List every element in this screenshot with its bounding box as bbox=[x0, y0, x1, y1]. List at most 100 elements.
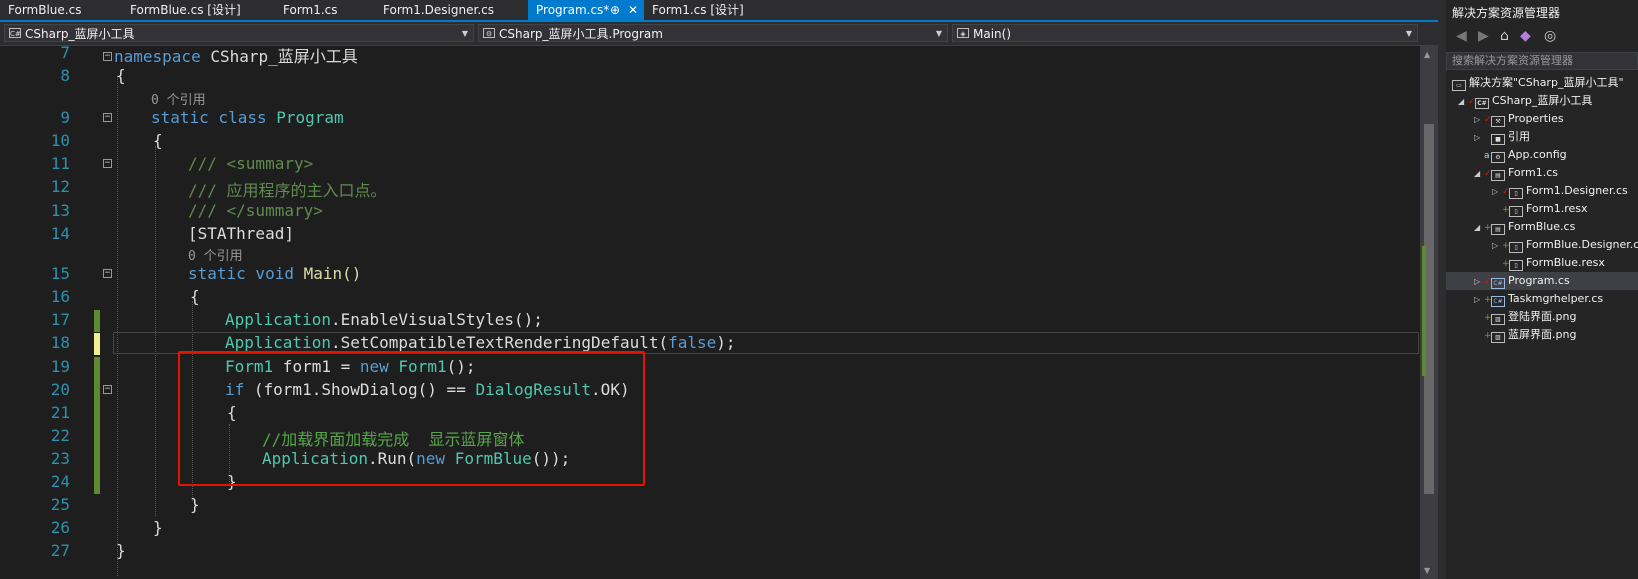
file-icon: ▯ bbox=[1509, 206, 1523, 217]
csharp-file-icon: C# bbox=[1491, 278, 1505, 289]
added-icon: + bbox=[1502, 259, 1510, 269]
method-icon: ◈ bbox=[957, 28, 969, 38]
tab-formblue-cs[interactable]: FormBlue.cs bbox=[0, 0, 122, 20]
collapse-tree-icon[interactable]: ▷ bbox=[1474, 291, 1484, 309]
code-line-25: } bbox=[190, 495, 200, 514]
image-icon: ▨ bbox=[1491, 332, 1505, 343]
tree-node-program[interactable]: ▷ ✓ C# Program.cs bbox=[1446, 272, 1638, 290]
added-icon: + bbox=[1502, 205, 1510, 215]
tab-form1-designer[interactable]: Form1.Designer.cs bbox=[375, 0, 528, 20]
tab-label: FormBlue.cs bbox=[8, 3, 82, 17]
line-number: 11 bbox=[50, 154, 70, 173]
close-icon[interactable]: ✕ bbox=[628, 0, 638, 20]
unsaved-change-marker bbox=[94, 333, 100, 355]
tree-node-formblue[interactable]: ◢ + ▤ FormBlue.cs bbox=[1474, 218, 1575, 236]
collapse-icon[interactable]: − bbox=[103, 113, 112, 122]
chevron-down-icon: ▼ bbox=[461, 29, 468, 38]
tree-node-taskmgrhelper[interactable]: ▷ + C# Taskmgrhelper.cs bbox=[1474, 290, 1603, 308]
code-line-10: { bbox=[153, 131, 163, 150]
collapse-tree-icon[interactable]: ▷ bbox=[1492, 183, 1502, 201]
line-number: 26 bbox=[50, 518, 70, 537]
tree-node-properties[interactable]: ▷ ✓ ⚒ Properties bbox=[1474, 110, 1564, 128]
tab-form1-design[interactable]: Form1.cs [设计] bbox=[644, 0, 794, 20]
solution-search-input[interactable]: 搜索解决方案资源管理器 bbox=[1446, 52, 1638, 70]
tree-node-formblue-resx[interactable]: + ▯ FormBlue.resx bbox=[1502, 254, 1605, 272]
image-icon: ▨ bbox=[1491, 314, 1505, 325]
chevron-down-icon: ▼ bbox=[935, 29, 942, 38]
class-dropdown[interactable]: ⚙ CSharp_蓝屏小工具.Program ▼ bbox=[478, 24, 948, 42]
file-icon: ▯ bbox=[1509, 188, 1523, 199]
code-line-11: /// <summary> bbox=[188, 154, 314, 173]
added-icon: + bbox=[1484, 223, 1492, 233]
code-line-17: Application.EnableVisualStyles(); bbox=[225, 310, 543, 329]
highlight-annotation-box bbox=[178, 351, 645, 486]
tree-node-form1-designer[interactable]: ▷ ✓ ▯ Form1.Designer.cs bbox=[1492, 182, 1628, 200]
tree-node-form1-resx[interactable]: + ▯ Form1.resx bbox=[1502, 200, 1588, 218]
added-icon: + bbox=[1502, 241, 1510, 251]
vertical-scrollbar[interactable]: ▲ ▼ bbox=[1420, 46, 1438, 579]
references-icon: ■ bbox=[1491, 134, 1505, 145]
tab-form1-cs[interactable]: Form1.cs bbox=[275, 0, 375, 20]
scroll-up-icon[interactable]: ▲ bbox=[1424, 50, 1430, 59]
config-icon: ⚙ bbox=[1491, 152, 1505, 163]
class-icon: ⚙ bbox=[483, 28, 495, 38]
code-line-12: /// 应用程序的主入口点。 bbox=[188, 181, 387, 200]
tree-node-formblue-designer[interactable]: ▷ + ▯ FormBlue.Designer.cs bbox=[1492, 236, 1638, 254]
project-dropdown[interactable]: C# CSharp_蓝屏小工具 ▼ bbox=[4, 24, 474, 42]
collapse-tree-icon[interactable]: ▷ bbox=[1474, 129, 1484, 147]
code-line-26: } bbox=[153, 518, 163, 537]
tree-node-project[interactable]: ◢ ✓ C# CSharp_蓝屏小工具 bbox=[1458, 92, 1592, 110]
collapse-icon[interactable]: − bbox=[103, 159, 112, 168]
change-overview-marker bbox=[1422, 246, 1426, 376]
tab-label: Program.cs* bbox=[536, 3, 610, 17]
tree-node-solution[interactable]: ▭ 解决方案"CSharp_蓝屏小工具" bbox=[1452, 74, 1624, 92]
collapse-tree-icon[interactable]: ▷ bbox=[1474, 273, 1484, 291]
code-area[interactable]: 7 8 9 10 11 12 13 14 15 16 17 18 19 20 2… bbox=[0, 46, 1490, 579]
tab-program-cs[interactable]: Program.cs* ⊕ ✕ bbox=[528, 0, 644, 20]
line-number: 18 bbox=[50, 333, 70, 352]
home-icon[interactable]: ⌂ bbox=[1500, 28, 1509, 44]
checked-out-icon: ✓ bbox=[1468, 97, 1476, 107]
tree-node-app-config[interactable]: a ⚙ App.config bbox=[1484, 146, 1567, 164]
scroll-down-icon[interactable]: ▼ bbox=[1424, 566, 1430, 575]
codelens-references[interactable]: 0 个引用 bbox=[188, 245, 243, 264]
member-dropdown[interactable]: ◈ Main() ▼ bbox=[952, 24, 1418, 42]
back-icon[interactable]: ◀ bbox=[1456, 28, 1467, 44]
codelens-references[interactable]: 0 个引用 bbox=[151, 89, 206, 108]
file-icon: ▯ bbox=[1509, 242, 1523, 253]
indent-guide bbox=[155, 146, 156, 516]
collapse-icon[interactable]: − bbox=[103, 269, 112, 278]
tree-node-references[interactable]: ▷ ■ 引用 bbox=[1474, 128, 1530, 146]
code-line-13: /// </summary> bbox=[188, 201, 323, 220]
collapse-tree-icon[interactable]: ▷ bbox=[1474, 111, 1484, 129]
added-icon: + bbox=[1484, 295, 1492, 305]
vs-icon[interactable]: ◆ bbox=[1520, 28, 1531, 44]
settings-icon[interactable]: ◎ bbox=[1544, 28, 1556, 44]
collapse-icon[interactable]: − bbox=[103, 385, 112, 394]
panel-splitter[interactable] bbox=[1438, 0, 1446, 579]
expand-icon[interactable]: ◢ bbox=[1458, 93, 1468, 111]
forward-icon[interactable]: ▶ bbox=[1478, 28, 1489, 44]
tree-node-bluescreen-image[interactable]: + ▨ 蓝屏界面.png bbox=[1484, 326, 1576, 344]
code-line-15: static void Main() bbox=[188, 264, 362, 283]
document-tab-bar: FormBlue.cs FormBlue.cs [设计] Form1.cs Fo… bbox=[0, 0, 1508, 22]
tab-formblue-design[interactable]: FormBlue.cs [设计] bbox=[122, 0, 275, 20]
tree-node-login-image[interactable]: + ▨ 登陆界面.png bbox=[1484, 308, 1576, 326]
solution-explorer-title: 解决方案资源管理器 bbox=[1452, 6, 1561, 20]
line-number: 27 bbox=[50, 541, 70, 560]
checked-out-icon: ✓ bbox=[1484, 115, 1492, 125]
solution-explorer: 解决方案资源管理器 ◀ ▶ ⌂ ◆ ◎ 搜索解决方案资源管理器 ▭ 解决方案"CS… bbox=[1446, 0, 1638, 579]
pin-icon[interactable]: ⊕ bbox=[610, 0, 620, 20]
expand-icon[interactable]: ◢ bbox=[1474, 219, 1484, 237]
checked-out-icon: ✓ bbox=[1484, 277, 1492, 287]
code-editor: FormBlue.cs FormBlue.cs [设计] Form1.cs Fo… bbox=[0, 0, 1508, 579]
collapse-tree-icon[interactable]: ▷ bbox=[1492, 237, 1502, 255]
chevron-down-icon: ▼ bbox=[1405, 29, 1412, 38]
line-number: 17 bbox=[50, 310, 70, 329]
collapse-icon[interactable]: − bbox=[103, 52, 112, 61]
tree-node-form1[interactable]: ◢ ✓ ▤ Form1.cs bbox=[1474, 164, 1558, 182]
csharp-project-icon: C# bbox=[1475, 98, 1489, 109]
code-line-8: { bbox=[116, 66, 126, 85]
expand-icon[interactable]: ◢ bbox=[1474, 165, 1484, 183]
line-number: 16 bbox=[50, 287, 70, 306]
